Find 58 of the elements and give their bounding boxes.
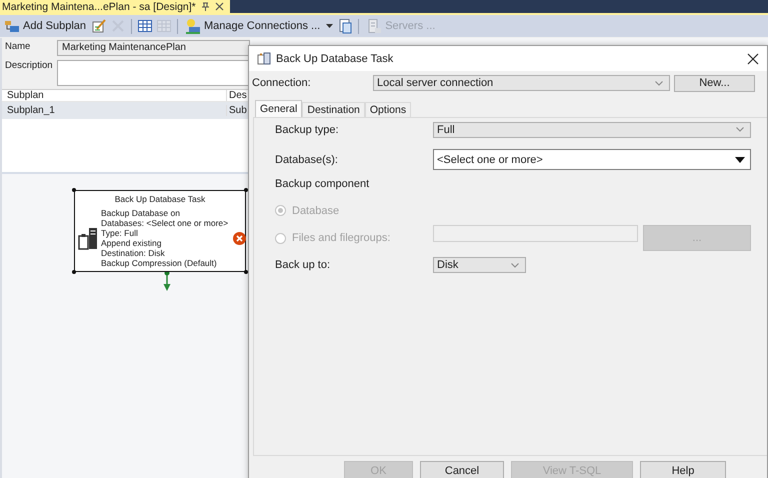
task-icon bbox=[257, 52, 271, 66]
chevron-icon bbox=[736, 127, 744, 132]
field-label: Description bbox=[5, 59, 54, 71]
toolbar-button[interactable]: Manage Connections ... bbox=[183, 16, 322, 36]
field-label: Backup type: bbox=[275, 124, 340, 136]
caret-icon[interactable] bbox=[326, 24, 334, 28]
column-header[interactable]: Des bbox=[227, 90, 250, 101]
add-subplan-icon bbox=[4, 18, 20, 34]
name-field[interactable]: Marketing MaintenancePlan bbox=[57, 40, 250, 56]
table-cell: Subplan_1 bbox=[2, 105, 227, 116]
task-detail: Backup Compression (Default) bbox=[101, 258, 218, 268]
table-cell-text: Sub bbox=[228, 105, 248, 116]
tab[interactable]: General bbox=[255, 100, 302, 117]
field-label: Back up to: bbox=[275, 259, 332, 271]
new-button[interactable]: New... bbox=[674, 74, 755, 92]
close-icon[interactable] bbox=[214, 2, 224, 11]
dropdown-arrow-icon bbox=[735, 156, 745, 162]
clipboard-server-icon bbox=[78, 226, 98, 250]
resize-handle[interactable] bbox=[72, 270, 76, 274]
field-label: Database(s): bbox=[275, 154, 339, 166]
document-icon[interactable] bbox=[337, 18, 354, 34]
document-tab[interactable]: Marketing Maintena...ePlan - sa [Design]* bbox=[0, 0, 230, 13]
chevron-icon bbox=[511, 262, 519, 268]
resize-handle[interactable] bbox=[244, 270, 248, 274]
tab[interactable]: Destination bbox=[302, 102, 365, 117]
task-detail: Type: Full bbox=[101, 228, 139, 238]
task-detail: Destination: Disk bbox=[101, 248, 166, 258]
column-header[interactable]: Subplan bbox=[2, 90, 227, 101]
input-field[interactable] bbox=[433, 225, 638, 242]
close-icon[interactable] bbox=[747, 52, 759, 64]
connection-dropdown[interactable]: Local server connection bbox=[373, 75, 670, 91]
chevron-icon bbox=[655, 80, 663, 86]
tab[interactable]: Options bbox=[364, 102, 412, 117]
description-field[interactable] bbox=[57, 60, 250, 86]
task-detail: Append existing bbox=[101, 238, 162, 248]
database-dropdown[interactable]: <Select one or more> bbox=[433, 149, 751, 170]
dialog-title: Back Up Database Task bbox=[276, 52, 394, 64]
grid-icon[interactable] bbox=[137, 18, 153, 34]
server-icon bbox=[366, 18, 382, 34]
resize-handle[interactable] bbox=[72, 188, 76, 192]
task-detail: Backup Database on bbox=[101, 208, 181, 218]
resize-handle[interactable] bbox=[244, 188, 248, 192]
dropdown[interactable]: Disk bbox=[433, 257, 526, 273]
task-box[interactable]: Back Up Database Task Backup Database on Databases: <Select one or more> Type: Full Append existing Destination: Disk Backup Compression (Default) bbox=[74, 190, 246, 272]
section-label: Backup component bbox=[275, 178, 370, 190]
dropdown[interactable]: Full bbox=[433, 122, 751, 138]
task-title: Back Up Database Task bbox=[114, 193, 206, 206]
dialog-button[interactable]: Cancel bbox=[420, 461, 504, 478]
dialog-button[interactable]: Help bbox=[640, 461, 726, 478]
toolbar-button[interactable]: Add Subplan bbox=[2, 16, 88, 36]
grid-row[interactable]: Subplan_1 Sub bbox=[2, 102, 250, 119]
field-label: Name bbox=[5, 40, 32, 52]
task-detail: Databases: <Select one or more> bbox=[101, 218, 228, 228]
field-label: Connection: bbox=[252, 77, 312, 89]
connections-icon bbox=[185, 18, 201, 34]
pin-icon[interactable] bbox=[200, 2, 210, 11]
edit-icon[interactable] bbox=[91, 18, 107, 34]
connector-arrow[interactable] bbox=[163, 270, 171, 292]
